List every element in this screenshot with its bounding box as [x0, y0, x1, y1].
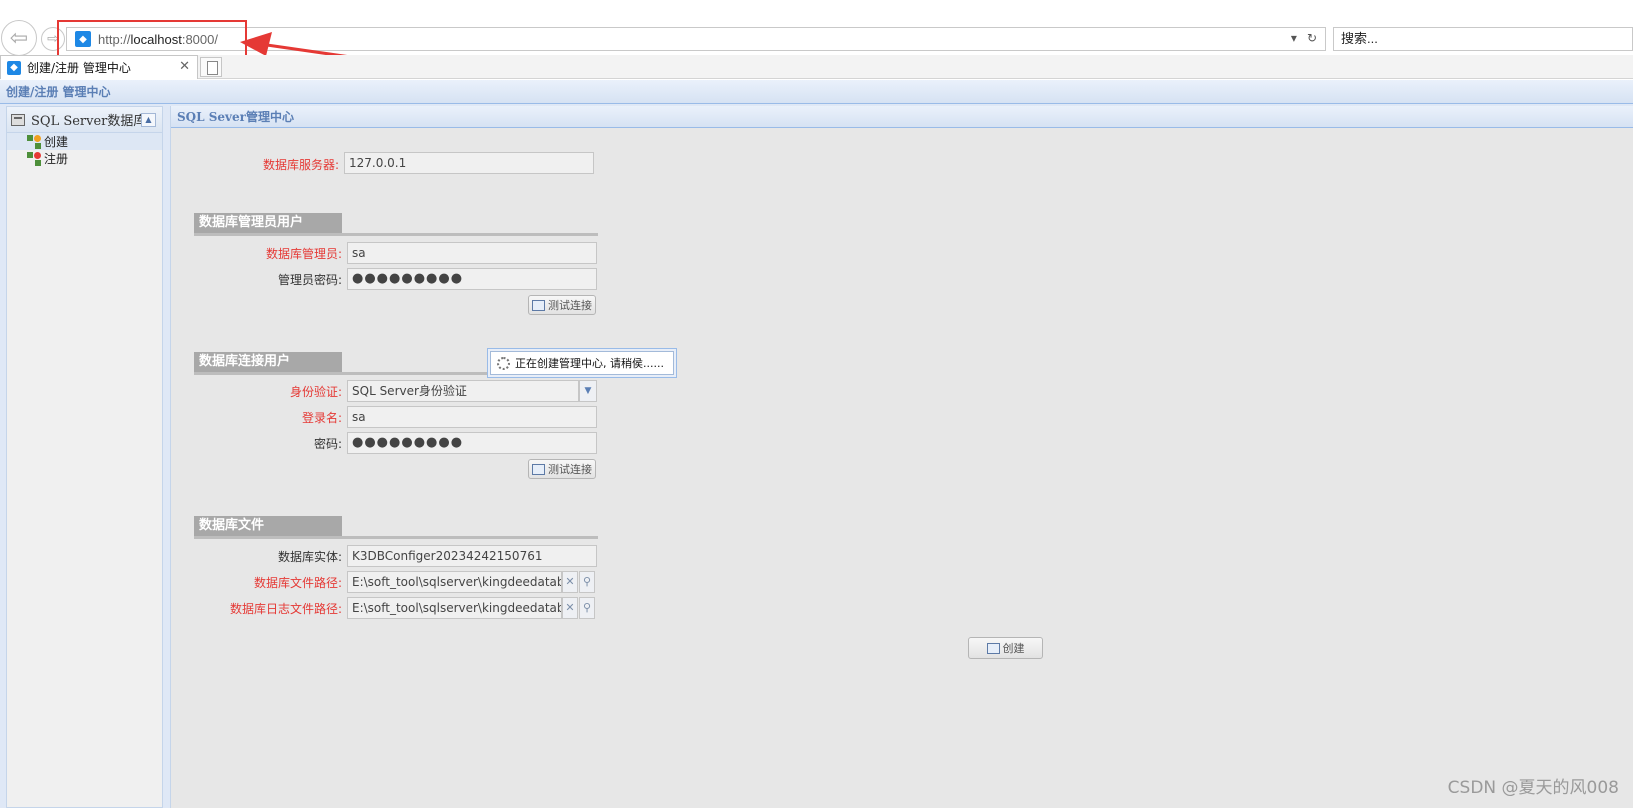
- loading-message-box: 正在创建管理中心, 请稍侯......: [487, 348, 677, 378]
- connection-icon: [532, 463, 545, 475]
- file-section-header: 数据库文件: [194, 516, 598, 539]
- button-label: 创建: [1002, 642, 1025, 655]
- panel-title: SQL Sever管理中心: [171, 106, 1633, 128]
- watermark: CSDN @夏天的风008: [1447, 778, 1619, 798]
- connection-icon: [532, 299, 545, 311]
- sidebar-title: SQL Server数据库: [31, 114, 147, 129]
- tab-title: 创建/注册 管理中心: [27, 61, 131, 75]
- admin-label: 数据库管理员:: [265, 247, 342, 261]
- log-path-label: 数据库日志文件路径:: [229, 602, 342, 616]
- browser-toolbar: ⇦ ⇨ ◆ http://localhost:8000/ ▾ ↻ 搜索...: [0, 0, 1633, 64]
- section-title: 数据库管理员用户: [194, 213, 342, 233]
- loading-text: 正在创建管理中心, 请稍侯......: [515, 357, 664, 370]
- section-title: 数据库文件: [194, 516, 342, 536]
- dropdown-arrow-icon[interactable]: ▾: [1291, 31, 1297, 45]
- login-label: 登录名:: [301, 411, 342, 425]
- sidebar-header: SQL Server数据库 ▲: [7, 107, 162, 133]
- test-connection-button[interactable]: 测试连接: [528, 295, 596, 315]
- file-path-label: 数据库文件路径:: [253, 576, 342, 590]
- create-doc-icon: [986, 642, 1000, 654]
- spinner-icon: [497, 356, 510, 370]
- admin-password-input[interactable]: ●●●●●●●●●: [347, 268, 597, 290]
- auth-select[interactable]: SQL Server身份验证: [347, 380, 579, 402]
- server-label: 数据库服务器:: [262, 158, 339, 172]
- search-icon[interactable]: ⚲: [579, 571, 595, 593]
- search-icon[interactable]: ⚲: [579, 597, 595, 619]
- sidebar-item-label: 创建: [44, 135, 69, 149]
- admin-password-label: 管理员密码:: [277, 273, 342, 287]
- create-icon: [27, 134, 41, 149]
- browser-tab-strip: ◆ 创建/注册 管理中心 ✕: [0, 55, 1633, 79]
- browser-search-input[interactable]: 搜索...: [1333, 27, 1633, 51]
- button-label: 测试连接: [548, 463, 592, 476]
- chevron-down-icon[interactable]: ▼: [579, 380, 597, 402]
- password-input[interactable]: ●●●●●●●●●: [347, 432, 597, 454]
- sidebar-item-create[interactable]: 创建: [7, 133, 162, 150]
- section-title: 数据库连接用户: [194, 352, 342, 372]
- refresh-icon[interactable]: ↻: [1307, 31, 1317, 45]
- log-path-input[interactable]: E:\soft_tool\sqlserver\kingdeedatabase: [347, 597, 562, 619]
- collapse-icon[interactable]: ▲: [141, 113, 156, 127]
- close-tab-icon[interactable]: ✕: [179, 59, 190, 74]
- back-arrow-icon: ⇦: [9, 25, 29, 51]
- test-connection-button-2[interactable]: 测试连接: [528, 459, 596, 479]
- admin-input[interactable]: sa: [347, 242, 597, 264]
- clear-icon[interactable]: ✕: [562, 597, 578, 619]
- button-label: 测试连接: [548, 299, 592, 312]
- server-input[interactable]: 127.0.0.1: [344, 152, 594, 174]
- login-input[interactable]: sa: [347, 406, 597, 428]
- register-icon: [27, 151, 41, 166]
- database-icon: [11, 113, 25, 126]
- sidebar: SQL Server数据库 ▲ 创建 注册: [6, 106, 163, 808]
- create-button[interactable]: 创建: [968, 637, 1043, 659]
- clear-icon[interactable]: ✕: [562, 571, 578, 593]
- app-header-title: 创建/注册 管理中心: [0, 80, 1633, 104]
- browser-tab[interactable]: ◆ 创建/注册 管理中心 ✕: [0, 55, 198, 79]
- entity-label: 数据库实体:: [277, 550, 342, 564]
- password-label: 密码:: [313, 437, 342, 451]
- entity-input[interactable]: K3DBConfiger20234242150761: [347, 545, 597, 567]
- new-tab-button[interactable]: [200, 57, 222, 77]
- main-panel: SQL Sever管理中心: [170, 106, 1633, 808]
- file-path-input[interactable]: E:\soft_tool\sqlserver\kingdeedatabase: [347, 571, 562, 593]
- tab-favicon-icon: ◆: [7, 60, 21, 75]
- auth-label: 身份验证:: [289, 385, 342, 399]
- admin-section-header: 数据库管理员用户: [194, 213, 598, 236]
- sidebar-item-label: 注册: [44, 152, 69, 166]
- back-button[interactable]: ⇦: [1, 20, 37, 56]
- annotation-highlight-box: [57, 20, 247, 59]
